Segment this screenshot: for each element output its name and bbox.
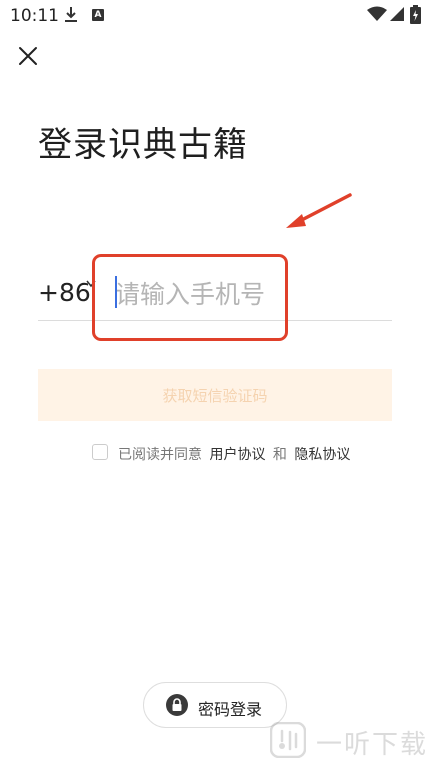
agreement-conjunction: 和 [272, 447, 287, 463]
login-screen: 10:11 A 登录识典古籍 +86 请输入手机号 获取短信验证码 已阅读并同意… [0, 0, 430, 765]
signal-icon [390, 7, 404, 21]
a-badge-icon: A [92, 9, 104, 21]
agreement-checkbox[interactable] [92, 444, 108, 460]
watermark-logo-icon [270, 722, 306, 758]
country-code: +86 [38, 278, 91, 307]
agreement-text: 已阅读并同意 用户协议 和 隐私协议 [118, 444, 353, 464]
battery-icon [410, 5, 421, 24]
status-time: 10:11 [10, 6, 59, 26]
privacy-policy-link[interactable]: 隐私协议 [294, 447, 350, 463]
wifi-icon [367, 6, 387, 21]
status-bar: 10:11 A [0, 0, 430, 32]
page-title: 登录识典古籍 [38, 125, 248, 165]
user-agreement-link[interactable]: 用户协议 [209, 447, 265, 463]
country-code-selector[interactable]: +86 [38, 278, 91, 307]
watermark-text: 一听下载 [316, 730, 429, 760]
watermark: 一听下载 [270, 718, 428, 764]
lock-icon [166, 694, 188, 716]
arrow-annotation-icon [286, 193, 352, 228]
download-icon [65, 7, 77, 22]
password-login-label: 密码登录 [198, 700, 263, 719]
highlight-annotation-box [92, 254, 288, 341]
get-sms-code-button[interactable]: 获取短信验证码 [38, 369, 392, 421]
close-icon[interactable] [14, 42, 42, 70]
agreement-prefix: 已阅读并同意 [118, 447, 202, 463]
password-login-button[interactable]: 密码登录 [143, 682, 287, 728]
